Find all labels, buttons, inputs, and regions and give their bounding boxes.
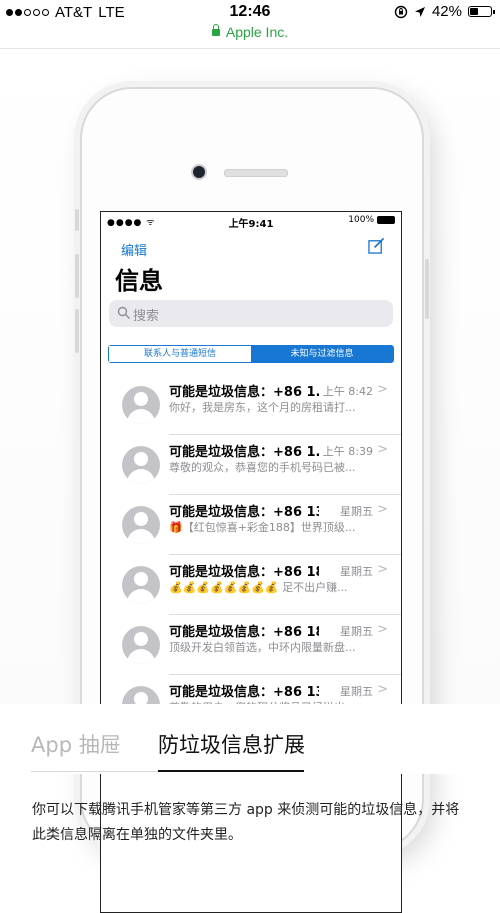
front-camera	[193, 166, 205, 178]
power-button	[425, 259, 429, 319]
contact-avatar-icon	[122, 626, 160, 664]
message-preview: 尊敬的观众，恭喜您的手机号码已被...	[169, 461, 356, 474]
messages-title: 信息	[115, 267, 163, 295]
chevron-right-icon: >	[377, 622, 388, 637]
message-row[interactable]: 可能是垃圾信息：+86 18... 星期五 > 顶级开发白领首选，中环内限量新盘…	[101, 615, 401, 675]
compose-icon[interactable]	[368, 237, 385, 254]
message-time: 星期五	[340, 505, 373, 518]
tab-app-drawer[interactable]: App 抽屉	[31, 729, 121, 759]
phone-battery-icon	[377, 216, 395, 224]
battery-percent: 42%	[431, 3, 462, 20]
message-row[interactable]: 可能是垃圾信息：+86 1... 上午 8:39 > 尊敬的观众，恭喜您的手机号…	[101, 435, 401, 495]
chevron-right-icon: >	[377, 382, 388, 397]
search-icon	[117, 306, 131, 320]
chevron-right-icon: >	[377, 502, 388, 517]
message-row[interactable]: 可能是垃圾信息：+86 1... 上午 8:42 > 你好，我是房东，这个月的房…	[101, 375, 401, 435]
chevron-right-icon: >	[377, 682, 388, 697]
contact-avatar-icon	[122, 566, 160, 604]
site-name: Apple Inc.	[225, 24, 289, 40]
message-sender: 可能是垃圾信息：+86 1...	[169, 445, 319, 460]
message-sender: 可能是垃圾信息：+86 18...	[169, 565, 319, 580]
url-bar[interactable]: Apple Inc.	[0, 24, 500, 48]
active-tab-indicator	[158, 770, 304, 772]
phone-status-bar: ●●●● ᯤ 上午9:41 100%	[101, 212, 401, 230]
lock-icon	[211, 24, 220, 36]
messages-nav-bar: 编辑	[101, 230, 401, 262]
chevron-right-icon: >	[377, 442, 388, 457]
chevron-right-icon: >	[377, 562, 388, 577]
tab-spam-filter-extension[interactable]: 防垃圾信息扩展	[158, 729, 305, 759]
message-time: 上午 8:39	[322, 445, 373, 458]
message-preview: 你好，我是房东，这个月的房租请打...	[169, 401, 356, 414]
contact-avatar-icon	[122, 446, 160, 484]
message-sender: 可能是垃圾信息：+86 13...	[169, 505, 319, 520]
message-time: 星期五	[340, 625, 373, 638]
feature-description: 你可以下载腾讯手机管家等第三方 app 来侦测可能的垃圾信息，并将此类信息隔离在…	[32, 802, 460, 843]
message-time: 星期五	[340, 685, 373, 698]
earpiece-speaker	[224, 169, 288, 177]
search-field[interactable]: 搜索	[109, 300, 393, 327]
feature-tabs: App 抽屉 防垃圾信息扩展	[0, 704, 500, 774]
battery-icon	[468, 6, 495, 17]
hero-image: ●●●● ᯤ 上午9:41 100% 编辑 信息 搜索 联系人与普通短信 未知与…	[0, 49, 500, 913]
rotation-lock-icon	[394, 5, 408, 18]
message-row[interactable]: 可能是垃圾信息：+86 18... 星期五 > 💰💰💰💰💰💰💰💰 足不出户赚..…	[101, 555, 401, 615]
edit-button[interactable]: 编辑	[121, 240, 147, 259]
volume-down-button	[75, 309, 79, 353]
segment-contacts-sms[interactable]: 联系人与普通短信	[109, 346, 251, 362]
volume-up-button	[75, 254, 79, 298]
message-preview: 顶级开发白领首选，中环内限量新盘...	[169, 641, 356, 654]
mute-switch	[75, 209, 79, 231]
segment-unknown-filtered[interactable]: 未知与过滤信息	[251, 346, 393, 362]
contact-avatar-icon	[122, 506, 160, 544]
message-time: 星期五	[340, 565, 373, 578]
phone-battery-percent: 100%	[348, 215, 374, 225]
message-preview: 🎁【红包惊喜+彩金188】世界顶级...	[169, 521, 356, 534]
contact-avatar-icon	[122, 386, 160, 424]
message-time: 上午 8:42	[322, 385, 373, 398]
search-placeholder: 搜索	[133, 309, 160, 324]
message-sender: 可能是垃圾信息：+86 13...	[169, 685, 319, 700]
message-sender: 可能是垃圾信息：+86 18...	[169, 625, 319, 640]
status-bar: AT&T LTE 12:46 42%	[0, 0, 500, 24]
tab-underline	[31, 771, 158, 772]
message-row[interactable]: 可能是垃圾信息：+86 13... 星期五 > 🎁【红包惊喜+彩金188】世界顶…	[101, 495, 401, 555]
message-preview: 💰💰💰💰💰💰💰💰 足不出户赚...	[169, 581, 348, 594]
filter-segmented-control: 联系人与普通短信 未知与过滤信息	[108, 345, 394, 363]
location-arrow-icon	[414, 6, 425, 17]
message-sender: 可能是垃圾信息：+86 1...	[169, 385, 319, 400]
